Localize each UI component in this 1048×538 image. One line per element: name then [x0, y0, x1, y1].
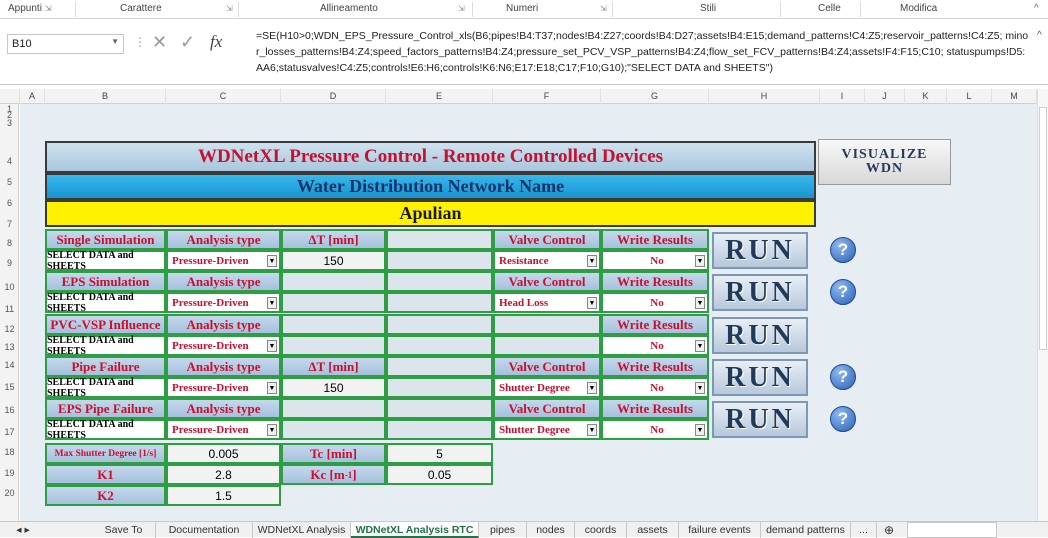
expand-icon[interactable]: ⇲ — [226, 4, 233, 13]
vertical-scrollbar[interactable] — [1037, 89, 1048, 521]
row-header[interactable]: 12 — [0, 324, 19, 334]
expand-icon[interactable]: ⇲ — [600, 4, 607, 13]
row-header[interactable]: 9 — [0, 258, 19, 268]
scrollbar-thumb[interactable] — [1039, 107, 1047, 350]
visualize-label: VISUALIZE — [841, 147, 928, 162]
horizontal-scrollbar[interactable] — [907, 522, 997, 538]
visualize-sublabel: WDN — [865, 161, 904, 176]
group-label: Modifica — [900, 3, 938, 14]
column-header[interactable]: F — [493, 89, 601, 104]
row-header[interactable]: 11 — [0, 304, 19, 314]
chevron-down-icon[interactable]: ▼ — [111, 37, 119, 46]
row-header[interactable]: 19 — [0, 468, 19, 478]
column-header[interactable]: C — [166, 89, 281, 104]
cancel-icon[interactable]: ✕ — [152, 32, 167, 53]
ribbon-group-numbers[interactable]: Numeri — [506, 3, 538, 14]
expand-icon[interactable]: ⇲ — [45, 4, 52, 13]
sheet-tab[interactable]: ... — [851, 522, 877, 538]
name-box[interactable]: B10 ▼ — [7, 34, 124, 54]
function-icon[interactable]: fx — [210, 32, 222, 52]
row-header[interactable]: 16 — [0, 405, 19, 415]
group-label: Numeri — [506, 3, 539, 14]
row-header[interactable]: 6 — [0, 198, 19, 208]
row-header[interactable]: 3 — [0, 118, 19, 128]
sheet-tab[interactable]: nodes — [527, 522, 575, 538]
tab-nav-arrows[interactable]: ◂ ▸ — [0, 522, 46, 538]
name-box-value: B10 — [12, 38, 32, 50]
row-header[interactable]: 7 — [0, 219, 19, 229]
sheet-tab[interactable]: assets — [627, 522, 679, 538]
ribbon-group-font-expand[interactable]: ⇲ — [223, 3, 233, 14]
group-label: Carattere — [120, 3, 162, 14]
collapse-formula-icon[interactable]: ^ — [1037, 30, 1042, 41]
row-header[interactable]: 10 — [0, 282, 19, 292]
ribbon-group-font[interactable]: Carattere — [120, 3, 162, 14]
confirm-icon[interactable]: ✓ — [180, 32, 195, 53]
help-icon[interactable]: ? — [830, 364, 856, 390]
row-header[interactable]: 13 — [0, 342, 19, 352]
column-header[interactable]: J — [865, 89, 905, 104]
sheet-tab[interactable]: coords — [575, 522, 627, 538]
select-all-corner[interactable] — [0, 89, 20, 104]
help-icon[interactable]: ? — [830, 279, 856, 305]
ribbon-group-clipboard[interactable]: Appunti ⇲ — [8, 3, 52, 14]
ribbon-group-cells[interactable]: Celle — [818, 3, 841, 14]
row-header[interactable]: 15 — [0, 382, 19, 392]
formula-controls: ⋮ ✕ ✓ fx — [134, 30, 244, 56]
help-icon[interactable]: ? — [830, 406, 856, 432]
sheet-tab[interactable]: pipes — [479, 522, 527, 538]
ribbon-group-editing[interactable]: Modifica — [900, 3, 937, 14]
more-icon[interactable]: ⋮ — [134, 35, 146, 49]
column-header[interactable]: D — [281, 89, 386, 104]
sheet-tab[interactable]: demand patterns — [761, 522, 851, 538]
column-header[interactable]: B — [45, 89, 166, 104]
run-button[interactable]: RUN — [712, 317, 808, 354]
ribbon-groups-bar: Appunti ⇲ Carattere ⇲ Allineamento ⇲ Nume… — [0, 0, 1048, 19]
column-header[interactable]: H — [709, 89, 820, 104]
run-button[interactable]: RUN — [712, 232, 808, 269]
add-sheet-icon[interactable]: ⊕ — [879, 522, 899, 538]
column-header[interactable]: E — [386, 89, 493, 104]
group-label: Stili — [700, 3, 717, 14]
ribbon-group-styles[interactable]: Stili — [700, 3, 716, 14]
sheet-tabs: ◂ ▸ Save To Documentation WDNetXL Analysis W… — [0, 521, 1048, 538]
formula-bar: B10 ▼ ⋮ ✕ ✓ fx =SE(H10>0;WDN_EPS_Pressure… — [0, 20, 1048, 85]
row-header[interactable]: 5 — [0, 177, 19, 187]
column-headers: A B C D E F G H I J K L M — [0, 89, 1048, 104]
sheet-tab[interactable]: WDNetXL Analysis — [253, 522, 351, 538]
column-header[interactable]: M — [992, 89, 1037, 104]
sheet-tab[interactable]: failure events — [679, 522, 761, 538]
group-label: Appunti — [8, 3, 42, 14]
group-label: Allineamento — [320, 3, 378, 14]
ribbon-group-numbers-expand[interactable]: ⇲ — [597, 3, 607, 14]
ribbon-group-alignment-expand[interactable]: ⇲ — [455, 3, 465, 14]
row-header[interactable]: 4 — [0, 156, 19, 166]
sheet-tab[interactable]: Documentation — [156, 522, 253, 538]
row-header[interactable]: 14 — [0, 360, 19, 370]
column-header[interactable]: A — [20, 89, 45, 104]
collapse-ribbon-icon[interactable]: ^ — [1034, 3, 1039, 14]
run-button[interactable]: RUN — [712, 274, 808, 311]
column-header[interactable]: G — [601, 89, 709, 104]
column-header[interactable]: L — [947, 89, 992, 104]
group-label: Celle — [818, 3, 841, 14]
formula-input[interactable]: =SE(H10>0;WDN_EPS_Pressure_Control_xls(B… — [256, 28, 1031, 76]
sheet-tab[interactable]: Save To — [92, 522, 156, 538]
sheet-tab[interactable]: WDNetXL Analysis RTC — [351, 522, 479, 538]
row-headers: 1 2 3 4 5 6 7 8 9 10 11 12 13 14 15 16 17 18 19 20 — [0, 104, 19, 521]
visualize-wdn-button[interactable]: VISUALIZE WDN — [818, 139, 951, 185]
expand-icon[interactable]: ⇲ — [458, 4, 465, 13]
run-button[interactable]: RUN — [712, 401, 808, 438]
help-icon[interactable]: ? — [830, 237, 856, 263]
row-header[interactable]: 17 — [0, 427, 19, 437]
row-header[interactable]: 8 — [0, 238, 19, 248]
ribbon-group-alignment[interactable]: Allineamento — [320, 3, 378, 14]
row-header[interactable]: 18 — [0, 447, 19, 457]
row-header[interactable]: 20 — [0, 488, 19, 498]
column-header[interactable]: I — [820, 89, 865, 104]
column-header[interactable]: K — [905, 89, 947, 104]
run-button[interactable]: RUN — [712, 359, 808, 396]
